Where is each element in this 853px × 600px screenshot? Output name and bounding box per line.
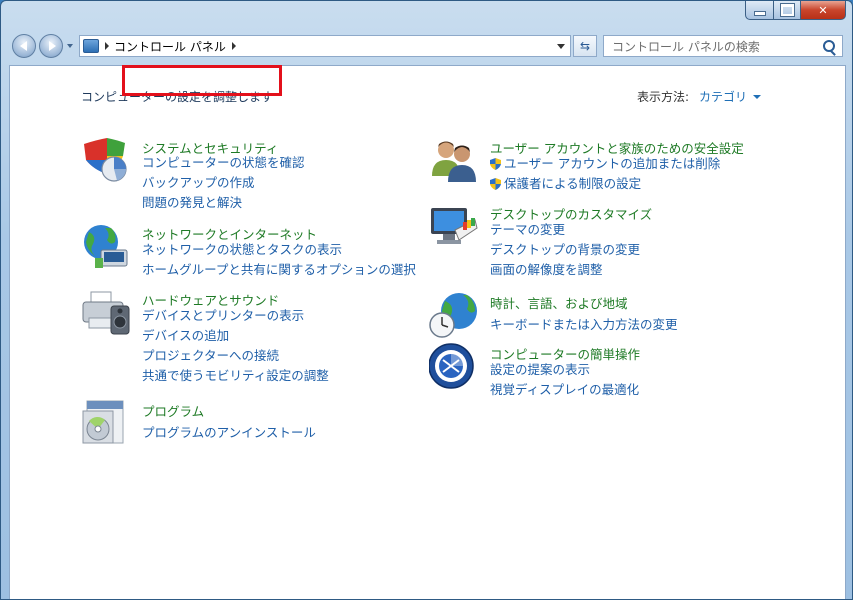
- address-bar[interactable]: コントロール パネル: [79, 35, 571, 57]
- link-devices-printers[interactable]: デバイスとプリンターの表示: [142, 306, 329, 326]
- link-uninstall-program[interactable]: プログラムのアンインストール: [142, 423, 316, 443]
- search-box[interactable]: [603, 35, 843, 57]
- view-by: 表示方法: カテゴリ: [637, 88, 761, 105]
- uac-shield-icon: [490, 178, 501, 190]
- control-panel-icon: [83, 39, 99, 53]
- link-suggested-settings[interactable]: 設定の提案の表示: [490, 360, 639, 380]
- users-icon: [432, 141, 476, 182]
- maximize-icon: [780, 4, 794, 16]
- category-network-internet: ネットワークとインターネット ネットワークの状態とタスクの表示 ホームグループと…: [81, 222, 421, 282]
- link-check-computer-status[interactable]: コンピューターの状態を確認: [142, 153, 305, 173]
- category-ease-of-access: コンピューターの簡単操作 設定の提案の表示 視覚ディスプレイの最適化: [429, 342, 809, 402]
- forward-arrow-icon: [48, 41, 56, 51]
- minimize-icon: [753, 10, 766, 16]
- address-dropdown-icon[interactable]: [557, 44, 565, 49]
- link-find-fix-problems[interactable]: 問題の発見と解決: [142, 193, 305, 213]
- link-change-theme[interactable]: テーマの変更: [490, 220, 640, 240]
- view-by-chevron-icon[interactable]: [753, 94, 761, 99]
- navigation-bar: コントロール パネル ⇆: [1, 32, 852, 62]
- recent-pages-dropdown[interactable]: [67, 44, 73, 48]
- maximize-button[interactable]: [774, 1, 801, 20]
- refresh-button[interactable]: ⇆: [573, 35, 597, 57]
- link-add-remove-accounts[interactable]: ユーザー アカウントの追加または削除: [490, 154, 720, 174]
- category-title[interactable]: 時計、言語、および地域: [490, 293, 628, 312]
- link-optimize-display[interactable]: 視覚ディスプレイの最適化: [490, 380, 639, 400]
- content-pane: コンピューターの設定を調整します 表示方法: カテゴリ システムとセキュリティ …: [9, 65, 846, 599]
- caption-buttons: ✕: [745, 1, 846, 21]
- highlight-box: [122, 65, 282, 96]
- uac-shield-icon: [490, 158, 501, 170]
- close-button[interactable]: ✕: [801, 1, 846, 20]
- search-icon[interactable]: [823, 40, 835, 52]
- shield-chart-icon: [84, 138, 127, 182]
- programs-disc-icon: [82, 400, 124, 444]
- network-globe-icon: [84, 225, 128, 268]
- view-by-label: 表示方法:: [636, 90, 689, 104]
- breadcrumb-chevron-icon[interactable]: [231, 42, 236, 50]
- view-by-dropdown[interactable]: カテゴリ: [699, 88, 747, 105]
- close-icon: ✕: [818, 3, 828, 17]
- breadcrumb-chevron-icon[interactable]: [105, 42, 109, 50]
- link-connect-projector[interactable]: プロジェクターへの接続: [142, 346, 329, 366]
- link-adjust-resolution[interactable]: 画面の解像度を調整: [490, 260, 640, 280]
- ease-of-access-icon: [429, 343, 474, 389]
- minimize-button[interactable]: [745, 1, 774, 20]
- refresh-icon: ⇆: [579, 39, 591, 53]
- search-input[interactable]: [610, 37, 824, 57]
- link-mobility-settings[interactable]: 共通で使うモビリティ設定の調整: [142, 366, 329, 386]
- category-programs: プログラム プログラムのアンインストール: [81, 399, 381, 449]
- forward-button[interactable]: [39, 34, 63, 58]
- category-system-security: システムとセキュリティ コンピューターの状態を確認 バックアップの作成 問題の発…: [81, 136, 411, 216]
- link-network-status-tasks[interactable]: ネットワークの状態とタスクの表示: [142, 240, 416, 260]
- printer-speaker-icon: [82, 291, 130, 335]
- link-homegroup-sharing[interactable]: ホームグループと共有に関するオプションの選択: [142, 260, 416, 280]
- category-hardware-sound: ハードウェアとサウンド デバイスとプリンターの表示 デバイスの追加 プロジェクタ…: [81, 288, 411, 388]
- category-clock-language-region: 時計、言語、および地域 キーボードまたは入力方法の変更: [429, 291, 809, 341]
- link-change-background[interactable]: デスクトップの背景の変更: [490, 240, 640, 260]
- back-arrow-icon: [19, 41, 27, 51]
- link-text[interactable]: ユーザー アカウントの追加または削除: [504, 156, 720, 171]
- back-button[interactable]: [12, 34, 36, 58]
- clock-globe-icon: [429, 293, 477, 338]
- category-title[interactable]: プログラム: [142, 401, 204, 420]
- control-panel-window: ✕ コントロール パネル ⇆ コンピューターの設定を調整します 表示方法: カテ…: [0, 0, 853, 600]
- link-add-device[interactable]: デバイスの追加: [142, 326, 329, 346]
- link-text[interactable]: 保護者による制限の設定: [504, 176, 641, 191]
- link-parental-controls[interactable]: 保護者による制限の設定: [490, 174, 720, 194]
- breadcrumb-control-panel[interactable]: コントロール パネル: [114, 38, 226, 55]
- link-change-keyboard-input[interactable]: キーボードまたは入力方法の変更: [490, 315, 678, 335]
- monitor-palette-icon: [431, 208, 478, 244]
- link-create-backup[interactable]: バックアップの作成: [142, 173, 305, 193]
- category-user-accounts: ユーザー アカウントと家族のための安全設定 ユーザー アカウントの追加または削除…: [429, 136, 809, 196]
- category-appearance: デスクトップのカスタマイズ テーマの変更 デスクトップの背景の変更 画面の解像度…: [429, 202, 809, 282]
